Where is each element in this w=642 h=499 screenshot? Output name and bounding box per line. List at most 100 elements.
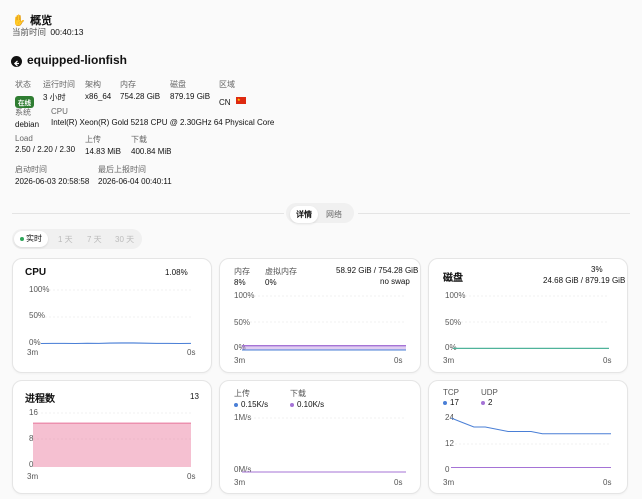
net-download-label: 下载: [290, 389, 306, 398]
mem-label: 内存: [234, 267, 250, 276]
cpu-series-line: [41, 342, 191, 345]
last-report-value: 2026-06-04 00:40:11: [98, 177, 172, 186]
upload-label: 上传: [85, 135, 101, 144]
uptime-label: 运行时间: [43, 80, 75, 89]
info-cpu: CPU Intel(R) Xeon(R) Gold 5218 CPU @ 2.3…: [51, 107, 274, 127]
load-label: Load: [15, 134, 33, 143]
swap-label: 虚拟内存: [265, 267, 297, 276]
download-value: 400.84 MiB: [131, 147, 172, 156]
disk-label: 磁盘: [170, 80, 186, 89]
net-upload-value: 0.15K/s: [241, 400, 269, 409]
process-series-area: [33, 423, 191, 467]
load-value: 2.50 / 2.20 / 2.30: [15, 145, 76, 154]
info-boot-time: 启动时间 2026-06-03 20:58:58: [15, 164, 89, 186]
process-x-start: 3m: [27, 472, 39, 481]
info-region: 区域 CN ★: [219, 79, 247, 110]
range-30-day[interactable]: 30 天: [115, 234, 134, 245]
cpu-card-title: CPU: [25, 267, 47, 278]
range-realtime[interactable]: 实时: [14, 231, 48, 247]
tab-details[interactable]: 详情: [290, 206, 318, 223]
udp-label: UDP: [481, 388, 498, 397]
tcp-label: TCP: [443, 388, 459, 397]
server-name: equipped-lionfish: [27, 53, 127, 67]
current-time-value: 00:40:13: [50, 27, 84, 37]
network-chart: [242, 417, 406, 473]
mem-usage: 58.92 GiB / 754.28 GiB: [336, 266, 419, 275]
last-report-label: 最后上报时间: [98, 165, 146, 174]
cpu-x-end: 0s: [187, 348, 196, 357]
arch-label: 架构: [85, 80, 101, 89]
swap-value: 0%: [265, 278, 277, 287]
swap-note: no swap: [380, 277, 410, 286]
info-last-report: 最后上报时间 2026-06-04 00:40:11: [98, 164, 172, 186]
cpu-card-value: 1.08%: [165, 268, 188, 277]
process-card-title: 进程数: [25, 394, 55, 405]
net-download-value: 0.10K/s: [297, 400, 325, 409]
cpu-tick-0: 0%: [29, 338, 41, 347]
info-disk: 磁盘 879.19 GiB: [170, 79, 210, 101]
info-uptime: 运行时间 3 小时: [43, 79, 75, 103]
net-x-start: 3m: [234, 478, 246, 487]
udp-block: UDP 2: [481, 388, 498, 407]
mem-value: 8%: [234, 278, 246, 287]
back-arrow-icon: [13, 60, 19, 67]
process-card-value: 13: [190, 392, 199, 401]
disk-x-end: 0s: [603, 356, 612, 365]
connections-card: TCP 17 UDP 2 24 12 0 3m 0s: [428, 380, 628, 494]
divider-right: [358, 213, 630, 214]
tab-network[interactable]: 网络: [320, 206, 348, 223]
download-label: 下载: [131, 135, 147, 144]
live-dot-icon: [20, 236, 24, 241]
download-dot-icon: [290, 402, 294, 407]
boot-time-label: 启动时间: [15, 165, 47, 174]
mem-label-block: 内存 8%: [234, 266, 250, 287]
conn-tick-0: 0: [445, 465, 450, 474]
cpu-label: CPU: [51, 107, 68, 116]
disk-value: 879.19 GiB: [170, 92, 211, 101]
info-system: 系统 debian: [15, 107, 39, 129]
status-label: 状态: [15, 80, 31, 89]
arch-value: x86_64: [85, 92, 112, 101]
system-label: 系统: [15, 108, 31, 117]
conn-x-start: 3m: [443, 478, 455, 487]
net-x-end: 0s: [394, 478, 403, 487]
memory-card: 内存 8% 虚拟内存 0% 58.92 GiB / 754.28 GiB no …: [219, 258, 421, 373]
udp-value: 2: [488, 398, 493, 407]
divider-left: [12, 213, 284, 214]
cpu-card: CPU 1.08% 100% 50% 0% 3m 0s: [12, 258, 212, 373]
china-flag-icon: ★: [236, 97, 247, 105]
range-realtime-label: 实时: [26, 234, 42, 243]
net-upload-block: 上传 0.15K/s: [234, 388, 268, 409]
cpu-value: Intel(R) Xeon(R) Gold 5218 CPU @ 2.30GHz…: [51, 118, 275, 127]
udp-dot-icon: [481, 400, 485, 405]
cpu-chart: [41, 289, 191, 345]
network-card: 上传 0.15K/s 下载 0.10K/s 1M/s 0M/s 3m 0s: [219, 380, 421, 494]
process-x-end: 0s: [187, 472, 196, 481]
process-card: 进程数 13 16 8 0 3m 0s: [12, 380, 212, 494]
disk-card: 磁盘 3% 24.68 GiB / 879.19 GiB 100% 50% 0%…: [428, 258, 628, 373]
connections-chart: [451, 417, 611, 468]
disk-usage: 24.68 GiB / 879.19 GiB: [543, 276, 626, 285]
conn-x-end: 0s: [603, 478, 612, 487]
system-value: debian: [15, 120, 40, 129]
region-label: 区域: [219, 80, 235, 89]
back-button[interactable]: [11, 56, 22, 67]
disk-chart: [453, 295, 609, 350]
net-upload-label: 上传: [234, 389, 250, 398]
process-chart: [33, 412, 191, 467]
range-1-day[interactable]: 1 天: [58, 234, 73, 245]
tcp-dot-icon: [443, 400, 447, 405]
info-load: Load 2.50 / 2.20 / 2.30: [15, 134, 75, 154]
net-download-block: 下载 0.10K/s: [290, 388, 324, 409]
disk-card-title: 磁盘: [443, 273, 463, 284]
info-status: 状态 在线: [15, 79, 34, 110]
swap-label-block: 虚拟内存 0%: [265, 266, 297, 287]
tcp-block: TCP 17: [443, 388, 459, 407]
current-time-label: 当前时间: [12, 27, 47, 37]
range-7-day[interactable]: 7 天: [87, 234, 102, 245]
upload-dot-icon: [234, 402, 238, 407]
info-memory: 内存 754.28 GiB: [120, 79, 160, 101]
cpu-x-start: 3m: [27, 348, 39, 357]
tcp-value: 17: [450, 398, 459, 407]
disk-card-value: 3%: [591, 265, 603, 274]
